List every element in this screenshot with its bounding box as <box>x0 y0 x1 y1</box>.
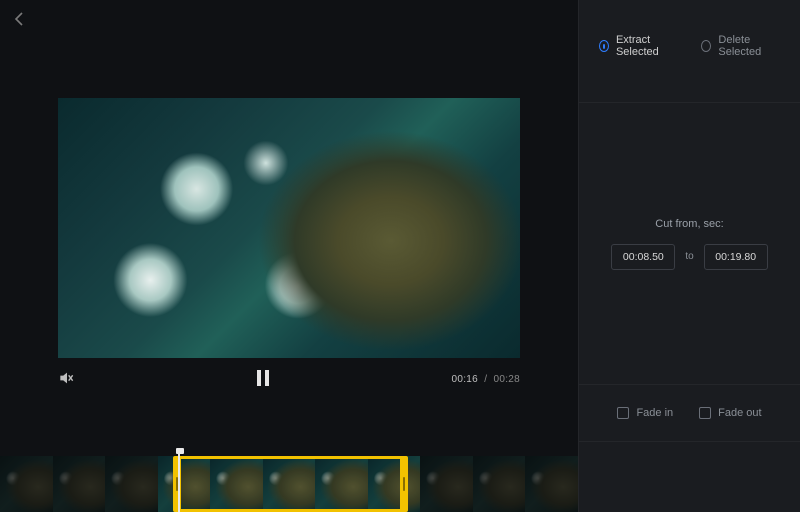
time-display: 00:16 / 00:28 <box>452 374 521 385</box>
preview-frame-image <box>58 98 520 358</box>
cut-section: Cut from, sec: 00:08.50 to 00:19.80 <box>579 103 800 385</box>
thumb-image <box>0 456 53 512</box>
radio-dot-icon <box>599 40 609 52</box>
radio-delete-selected[interactable]: Delete Selected <box>701 34 780 58</box>
fade-in-label: Fade in <box>636 407 673 419</box>
chevron-left-icon <box>14 12 24 26</box>
fade-section: Fade in Fade out <box>579 385 800 442</box>
pause-icon <box>256 370 270 386</box>
timeline-thumb[interactable] <box>210 456 263 512</box>
timeline-thumb[interactable] <box>158 456 211 512</box>
checkbox-fade-in[interactable]: Fade in <box>617 407 673 419</box>
thumb-image <box>473 456 526 512</box>
main-panel: 00:16 / 00:28 <box>0 0 578 512</box>
cut-from-input[interactable]: 00:08.50 <box>611 244 675 270</box>
pause-button[interactable] <box>256 370 270 389</box>
playhead[interactable] <box>178 452 180 512</box>
mode-section: Extract Selected Delete Selected <box>579 0 800 103</box>
cut-to-input[interactable]: 00:19.80 <box>704 244 768 270</box>
timeline-thumb[interactable] <box>105 456 158 512</box>
timeline-thumb[interactable] <box>315 456 368 512</box>
radio-delete-label: Delete Selected <box>718 34 780 58</box>
thumb-image <box>525 456 578 512</box>
side-panel: Extract Selected Delete Selected Cut fro… <box>578 0 800 512</box>
checkbox-icon <box>699 407 711 419</box>
thumb-image <box>315 456 368 512</box>
duration: 00:28 <box>493 374 520 385</box>
thumb-image <box>368 456 421 512</box>
app-root: 00:16 / 00:28 Extract Selected <box>0 0 800 512</box>
current-time: 00:16 <box>452 374 479 385</box>
timeline[interactable] <box>0 456 578 512</box>
checkbox-icon <box>617 407 629 419</box>
video-preview[interactable] <box>58 98 520 358</box>
thumb-image <box>53 456 106 512</box>
side-bottom-spacer <box>579 442 800 512</box>
thumb-image <box>105 456 158 512</box>
timeline-thumb[interactable] <box>473 456 526 512</box>
timeline-thumb[interactable] <box>0 456 53 512</box>
thumb-image <box>263 456 316 512</box>
timeline-thumb[interactable] <box>53 456 106 512</box>
thumb-image <box>158 456 211 512</box>
fade-out-label: Fade out <box>718 407 761 419</box>
radio-extract-label: Extract Selected <box>616 34 680 58</box>
timeline-thumb[interactable] <box>368 456 421 512</box>
thumb-image <box>210 456 263 512</box>
volume-muted-icon <box>58 370 74 386</box>
mute-button[interactable] <box>58 370 74 389</box>
preview-area: 00:16 / 00:28 <box>0 0 578 456</box>
cut-to-label: to <box>685 251 693 262</box>
radio-dot-icon <box>701 40 711 52</box>
timeline-thumb[interactable] <box>420 456 473 512</box>
checkbox-fade-out[interactable]: Fade out <box>699 407 761 419</box>
thumb-image <box>420 456 473 512</box>
timeline-thumb[interactable] <box>263 456 316 512</box>
cut-title: Cut from, sec: <box>599 218 780 230</box>
radio-extract-selected[interactable]: Extract Selected <box>599 34 679 58</box>
playback-controls: 00:16 / 00:28 <box>58 370 520 389</box>
timeline-thumb[interactable] <box>525 456 578 512</box>
back-button[interactable] <box>14 12 24 31</box>
time-separator: / <box>484 374 487 385</box>
